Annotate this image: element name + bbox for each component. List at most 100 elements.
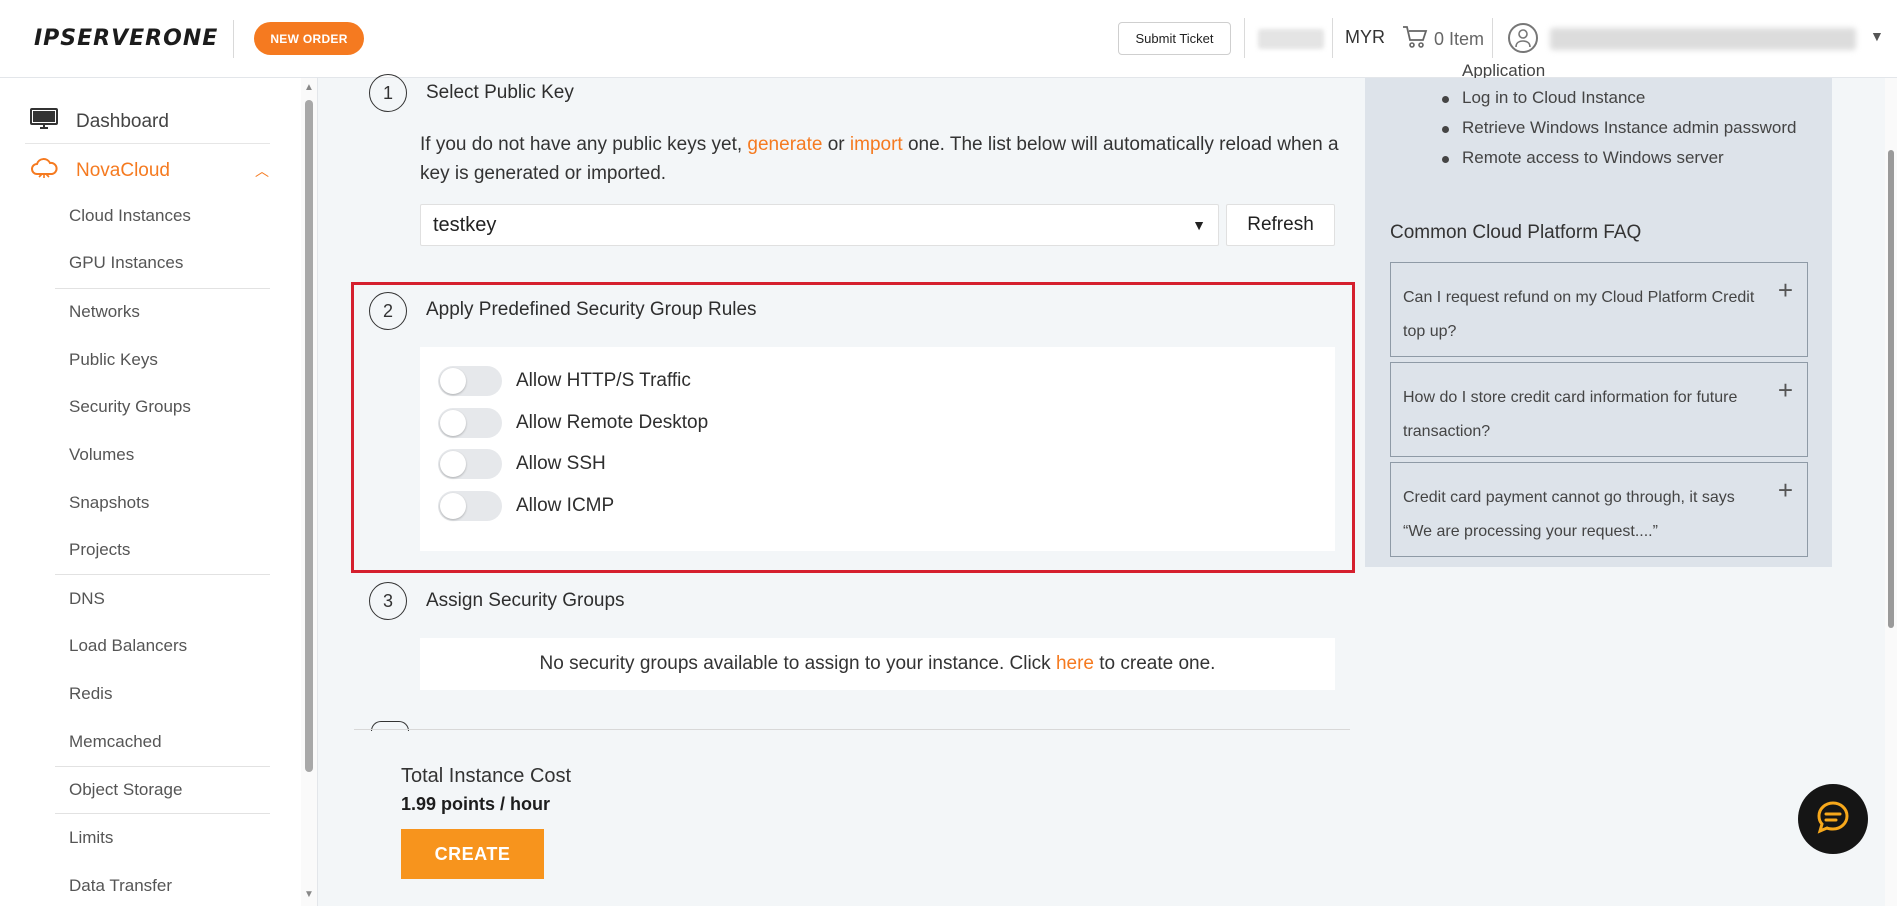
sidebar-divider [55,574,270,575]
message-text: No security groups available to assign t… [539,653,1051,674]
new-order-button[interactable]: NEW ORDER [254,22,364,55]
header-divider [1244,18,1245,58]
step-title-select-public-key: Select Public Key [426,82,574,103]
sidebar-item-novacloud[interactable]: NovaCloud [30,156,170,186]
toggle-switch[interactable] [438,366,502,396]
blurred-login-link[interactable] [1258,29,1324,49]
step-number-2: 2 [369,292,407,330]
rule-row-icmp[interactable]: Allow ICMP [438,491,614,521]
faq-question: Can I request refund on my Cloud Platfor… [1403,289,1755,340]
sidebar-item-load-balancers[interactable]: Load Balancers [69,636,187,656]
step-title-security-rules: Apply Predefined Security Group Rules [426,299,757,320]
top-header: IPSERVERONE NEW ORDER Submit Ticket MYR … [0,0,1897,78]
sidebar-item-networks[interactable]: Networks [69,302,140,322]
sidebar-divider [55,813,270,814]
public-key-instructions: If you do not have any public keys yet, … [420,130,1340,188]
faq-item-payment-processing[interactable]: Credit card payment cannot go through, i… [1390,462,1808,557]
create-security-group-link[interactable]: here [1056,653,1094,675]
faq-item-store-card[interactable]: How do I store credit card information f… [1390,362,1808,457]
sidebar-item-data-transfer[interactable]: Data Transfer [69,876,172,896]
header-divider [1492,18,1493,58]
chevron-down-icon: ▼ [1192,217,1206,233]
generate-link[interactable]: generate [747,134,822,155]
monitor-icon [30,108,58,136]
toggle-switch[interactable] [438,491,502,521]
scroll-down-arrow-icon[interactable]: ▼ [304,889,314,900]
user-avatar-icon[interactable] [1508,23,1538,53]
rule-row-https[interactable]: Allow HTTP/S Traffic [438,366,691,396]
rule-label: Allow SSH [516,453,606,474]
sidebar-scrollbar[interactable]: ▲ ▼ [301,78,317,906]
step-title-assign-groups: Assign Security Groups [426,590,625,611]
faq-question: Credit card payment cannot go through, i… [1403,489,1735,540]
sidebar-item-cloud-instances[interactable]: Cloud Instances [69,206,191,226]
selected-key-value: testkey [433,213,497,236]
chat-button[interactable] [1798,784,1868,854]
sidebar-item-object-storage[interactable]: Object Storage [69,780,182,800]
faq-question: How do I store credit card information f… [1403,389,1738,440]
help-list: Log in to Cloud Instance Retrieve Window… [1441,86,1796,176]
cart-count: 0 Item [1434,29,1485,49]
public-key-select[interactable]: testkey ▼ [420,204,1219,246]
footer-divider [354,729,1350,730]
faq-item-refund[interactable]: Can I request refund on my Cloud Platfor… [1390,262,1808,357]
help-item-remote-access[interactable]: Remote access to Windows server [1441,146,1796,176]
blurred-user-name[interactable] [1550,28,1856,50]
header-divider [1332,18,1333,58]
rule-row-ssh[interactable]: Allow SSH [438,449,606,479]
sidebar-item-dns[interactable]: DNS [69,589,105,609]
sidebar-item-label: Dashboard [76,111,169,132]
help-item-login[interactable]: Log in to Cloud Instance [1441,86,1796,116]
help-item-partial[interactable]: Application [1462,64,1545,78]
sidebar-item-memcached[interactable]: Memcached [69,732,162,752]
plus-icon[interactable]: + [1778,473,1793,507]
sidebar-item-volumes[interactable]: Volumes [69,445,134,465]
instructions-text: or [822,134,850,155]
sidebar-item-public-keys[interactable]: Public Keys [69,350,158,370]
toggle-switch[interactable] [438,449,502,479]
sidebar-item-dashboard[interactable]: Dashboard [30,108,169,136]
cart-icon [1402,25,1428,54]
sidebar-item-gpu-instances[interactable]: GPU Instances [69,253,183,273]
refresh-button[interactable]: Refresh [1226,204,1335,246]
step-number-1: 1 [369,74,407,112]
step-number-3: 3 [369,582,407,620]
rule-row-remote-desktop[interactable]: Allow Remote Desktop [438,408,708,438]
rule-label: Allow Remote Desktop [516,412,709,433]
scroll-up-arrow-icon[interactable]: ▲ [304,82,314,93]
import-link[interactable]: import [850,134,903,155]
page-scroll-thumb[interactable] [1888,150,1894,628]
chat-bubble-icon [1813,797,1853,842]
sidebar-item-snapshots[interactable]: Snapshots [69,493,149,513]
plus-icon[interactable]: + [1778,273,1793,307]
rule-label: Allow ICMP [516,495,615,516]
chevron-up-icon[interactable]: ︿ [255,161,269,181]
currency-selector[interactable]: MYR [1345,27,1385,48]
total-cost-value: 1.99 points / hour [401,794,551,814]
toggle-switch[interactable] [438,408,502,438]
sidebar-divider [55,766,270,767]
create-button[interactable]: CREATE [401,829,544,879]
sidebar-divider [55,288,270,289]
help-item-admin-password[interactable]: Retrieve Windows Instance admin password [1441,116,1796,146]
no-security-groups-message: No security groups available to assign t… [420,638,1335,690]
total-cost-label: Total Instance Cost [401,765,572,787]
chevron-down-icon[interactable]: ▼ [1870,28,1884,44]
page-scrollbar[interactable] [1885,78,1897,906]
cart-link[interactable]: 0 Item [1402,25,1484,54]
cloud-icon [30,156,58,186]
sidebar-divider [25,143,270,144]
sidebar-item-label: NovaCloud [76,160,170,181]
sidebar-scroll-thumb[interactable] [305,100,313,772]
message-text: to create one. [1099,653,1216,674]
sidebar-item-security-groups[interactable]: Security Groups [69,397,191,417]
brand-logo[interactable]: IPSERVERONE [34,26,218,51]
rule-label: Allow HTTP/S Traffic [516,370,691,391]
plus-icon[interactable]: + [1778,373,1793,407]
submit-ticket-button[interactable]: Submit Ticket [1118,22,1231,55]
logo-divider [233,20,234,58]
sidebar-item-limits[interactable]: Limits [69,828,113,848]
faq-title: Common Cloud Platform FAQ [1390,222,1642,243]
sidebar-item-redis[interactable]: Redis [69,684,112,704]
sidebar-item-projects[interactable]: Projects [69,540,130,560]
